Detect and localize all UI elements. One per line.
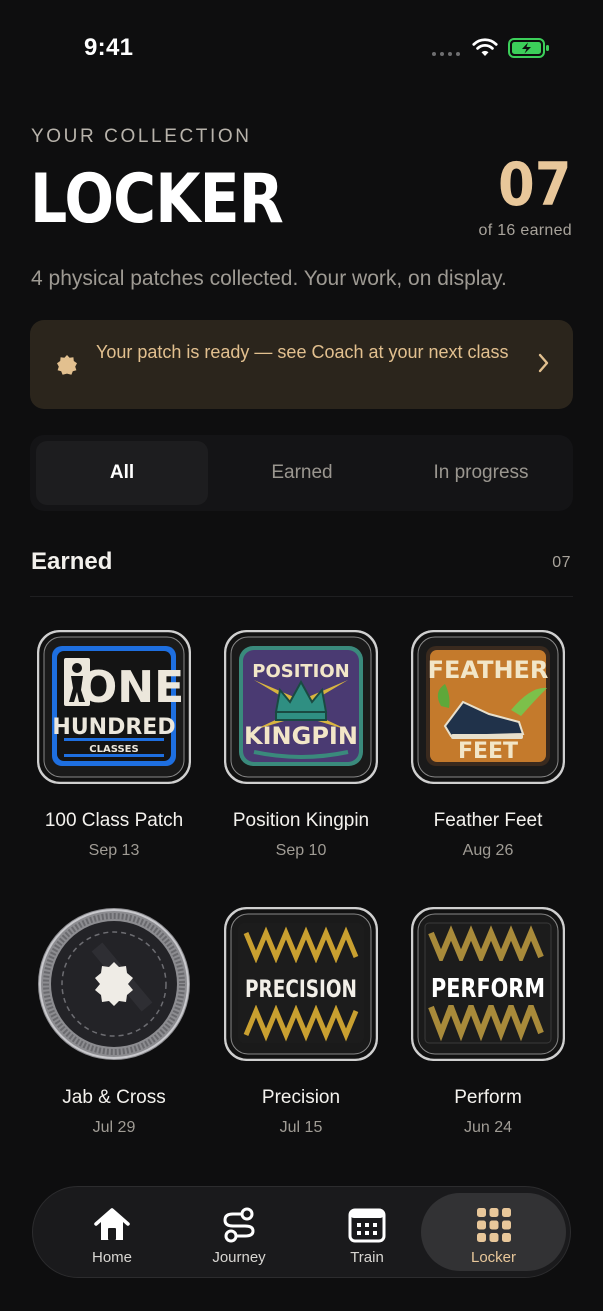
patch-name: 100 Class Patch <box>44 810 184 831</box>
segment-in-progress[interactable]: In progress <box>395 441 567 505</box>
patch-art-text: HUNDRED <box>52 715 175 740</box>
patch-name: Jab & Cross <box>62 1087 166 1108</box>
chevron-right-icon <box>538 353 549 373</box>
patch-date: Aug 26 <box>462 842 514 859</box>
tab-label: Journey <box>212 1249 266 1266</box>
patch-image-position-kingpin: POSITION KINGPIN <box>224 630 378 784</box>
patch-image-perform: PERFORM <box>411 907 565 1061</box>
patch-art-text: ONE <box>80 662 184 713</box>
patch-name: Perform <box>454 1087 522 1108</box>
tab-locker[interactable]: Locker <box>421 1193 566 1271</box>
patch-date: Sep 13 <box>88 842 140 859</box>
patch-date: Jun 24 <box>463 1119 513 1136</box>
tab-train[interactable]: Train <box>303 1193 431 1271</box>
patch-art-text: POSITION <box>252 661 350 682</box>
filter-segmented-control: All Earned In progress <box>30 435 573 511</box>
segment-earned[interactable]: Earned <box>216 441 388 505</box>
patch-card-jab-cross[interactable]: Jab & Cross Jul 29 <box>19 907 209 1147</box>
tab-bar: Home Journey Train Locker <box>32 1186 571 1278</box>
home-icon <box>94 1208 130 1240</box>
section-title: Earned <box>31 548 113 575</box>
patch-art-text: FEET <box>458 739 518 764</box>
collection-eyebrow: YOUR COLLECTION <box>31 126 252 147</box>
badge-icon <box>57 355 77 375</box>
tab-home[interactable]: Home <box>48 1193 176 1271</box>
patch-art-text: PRECISION <box>245 975 357 1003</box>
page-subtitle: 4 physical patches collected. Your work,… <box>31 267 507 290</box>
patch-name: Position Kingpin <box>232 810 370 831</box>
battery-icon <box>508 38 549 58</box>
patch-art-text: CLASSES <box>89 744 138 755</box>
patch-card-precision[interactable]: PRECISION Precision Jul 15 <box>206 907 396 1147</box>
patch-card-100-class[interactable]: ONE HUNDRED CLASSES 100 Class Patch Sep … <box>19 630 209 870</box>
patch-card-feather-feet[interactable]: FEATHER FEET Feather Feet Aug 26 <box>393 630 583 870</box>
route-icon <box>223 1207 255 1243</box>
tab-label: Locker <box>470 1249 517 1266</box>
patch-ready-banner[interactable]: Your patch is ready — see Coach at your … <box>30 320 573 409</box>
patch-art-text: KINGPIN <box>244 722 358 750</box>
tab-label: Train <box>350 1249 384 1266</box>
wifi-icon <box>472 38 498 56</box>
tab-label: Home <box>91 1249 132 1266</box>
page-title: LOCKER <box>30 160 284 239</box>
grid-icon <box>476 1208 511 1242</box>
segment-all[interactable]: All <box>36 441 208 505</box>
patch-image-jab-cross <box>38 908 190 1060</box>
tab-journey[interactable]: Journey <box>175 1193 303 1271</box>
patch-name: Feather Feet <box>433 810 543 831</box>
patch-date: Jul 29 <box>92 1119 136 1136</box>
earned-count: 07 <box>497 150 571 220</box>
patch-art-text: PERFORM <box>431 974 545 1004</box>
patch-name: Precision <box>261 1087 341 1108</box>
banner-message: Your patch is ready — see Coach at your … <box>96 342 509 362</box>
section-count: 07 <box>552 554 571 571</box>
status-time: 9:41 <box>84 34 134 61</box>
patch-image-feather-feet: FEATHER FEET <box>411 630 565 784</box>
patch-card-perform[interactable]: PERFORM Perform Jun 24 <box>393 907 583 1147</box>
section-divider <box>30 596 573 597</box>
patch-image-precision: PRECISION <box>224 907 378 1061</box>
patch-date: Jul 15 <box>279 1119 323 1136</box>
signal-icon <box>432 52 460 56</box>
patch-date: Sep 10 <box>275 842 327 859</box>
earned-count-caption: of 16 earned <box>478 222 572 239</box>
calendar-icon <box>348 1208 386 1243</box>
patch-art-text: FEATHER <box>428 656 549 684</box>
patch-card-position-kingpin[interactable]: POSITION KINGPIN Position Kingpin Sep 10 <box>206 630 396 870</box>
patch-image-100-class: ONE HUNDRED CLASSES <box>37 630 191 784</box>
